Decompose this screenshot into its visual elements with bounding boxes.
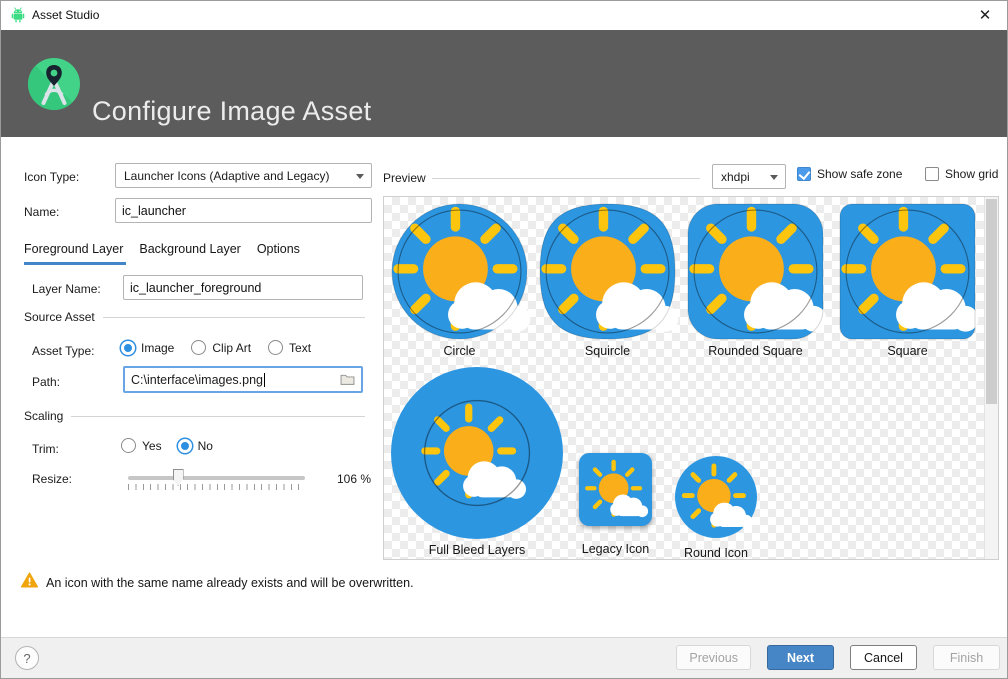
launcher-icon-legacy: [579, 453, 652, 526]
icon-type-value: Launcher Icons (Adaptive and Legacy): [124, 169, 329, 183]
path-value: C:\interface\images.png: [131, 373, 263, 387]
image-radio[interactable]: [121, 341, 135, 355]
source-asset-section-header: Source Asset: [24, 310, 365, 324]
tab-foreground-layer[interactable]: Foreground Layer: [24, 242, 123, 265]
help-button[interactable]: ?: [15, 646, 39, 670]
asset-type-radio-group: Image Clip Art Text: [121, 340, 311, 355]
layer-name-input[interactable]: [123, 275, 363, 300]
preview-item-label: Round Icon: [645, 546, 787, 560]
preview-item-round: Round Icon: [675, 456, 757, 538]
preview-item-square: Square: [840, 204, 975, 339]
show-safe-zone-option[interactable]: Show safe zone: [797, 167, 902, 181]
resize-value: 106 %: [337, 472, 371, 486]
layer-name-label: Layer Name:: [32, 282, 101, 296]
clip-art-radio[interactable]: [191, 340, 206, 355]
preview-item-circle: Circle: [392, 204, 527, 339]
layer-tabs: Foreground Layer Background Layer Option…: [24, 242, 300, 265]
warning-text: An icon with the same name already exist…: [46, 576, 414, 590]
android-icon: [10, 7, 26, 23]
radio-option-yes[interactable]: Yes: [121, 438, 162, 453]
text-radio[interactable]: [268, 340, 283, 355]
radio-option-image[interactable]: Image: [121, 341, 174, 355]
wizard-buttons: Previous Next Cancel Finish: [676, 645, 1000, 670]
resize-slider[interactable]: [128, 468, 305, 490]
name-label: Name:: [24, 205, 59, 219]
preview-item-rounded-square: Rounded Square: [688, 204, 823, 339]
android-studio-logo-icon: [28, 58, 80, 110]
warning-icon: [21, 572, 38, 588]
chevron-down-icon: [356, 174, 364, 179]
preview-label: Preview: [383, 171, 426, 185]
show-safe-zone-checkbox[interactable]: [797, 167, 811, 181]
previous-button[interactable]: Previous: [676, 645, 751, 670]
show-safe-zone-label: Show safe zone: [817, 167, 902, 181]
divider: [71, 416, 365, 417]
show-grid-label: Show grid: [945, 167, 998, 181]
name-input[interactable]: [115, 198, 372, 223]
resize-slider-ticks: [128, 484, 305, 490]
title-bar: Asset Studio ✕: [0, 0, 1008, 30]
chevron-down-icon: [770, 175, 778, 180]
image-radio-label: Image: [141, 341, 174, 355]
icon-type-dropdown[interactable]: Launcher Icons (Adaptive and Legacy): [115, 163, 372, 188]
launcher-icon-full-bleed: [391, 367, 563, 539]
radio-option-clip-art[interactable]: Clip Art: [191, 340, 251, 355]
trim-label: Trim:: [32, 442, 59, 456]
preview-item-legacy: Legacy Icon: [579, 453, 652, 526]
icon-type-label: Icon Type:: [24, 170, 79, 184]
trim-no-radio[interactable]: [178, 439, 192, 453]
show-grid-option[interactable]: Show grid: [925, 167, 998, 181]
resize-label: Resize:: [32, 472, 72, 486]
finish-button[interactable]: Finish: [933, 645, 1000, 670]
cancel-button[interactable]: Cancel: [850, 645, 917, 670]
radio-option-no[interactable]: No: [178, 439, 213, 453]
trim-radio-group: Yes No: [121, 438, 213, 453]
launcher-icon-circle: [392, 204, 527, 339]
trim-yes-label: Yes: [142, 439, 162, 453]
radio-option-text[interactable]: Text: [268, 340, 311, 355]
preview-item-squircle: Squircle: [540, 204, 675, 339]
next-button[interactable]: Next: [767, 645, 834, 670]
text-radio-label: Text: [289, 341, 311, 355]
density-value: xhdpi: [721, 170, 750, 184]
trim-yes-radio[interactable]: [121, 438, 136, 453]
trim-no-label: No: [198, 439, 213, 453]
scaling-section-header: Scaling: [24, 409, 365, 423]
preview-panel: Circle Squircle Rounded Square Square Fu…: [383, 196, 999, 560]
window-title: Asset Studio: [32, 8, 99, 22]
tab-background-layer[interactable]: Background Layer: [139, 242, 240, 265]
browse-folder-icon[interactable]: [340, 373, 355, 388]
launcher-icon-squircle: [540, 204, 675, 339]
show-grid-checkbox[interactable]: [925, 167, 939, 181]
source-asset-title: Source Asset: [24, 310, 95, 324]
path-label: Path:: [32, 375, 60, 389]
divider: [432, 178, 700, 179]
tab-options[interactable]: Options: [257, 242, 300, 265]
launcher-icon-rounded-square: [688, 204, 823, 339]
preview-item-label: Square: [810, 344, 1005, 358]
text-caret: [264, 373, 265, 387]
preview-item-full-bleed: Full Bleed Layers: [391, 367, 563, 539]
scaling-title: Scaling: [24, 409, 63, 423]
preview-scrollbar-thumb[interactable]: [986, 199, 997, 404]
preview-scrollbar[interactable]: [984, 197, 998, 559]
wizard-header: Configure Image Asset: [0, 30, 1008, 137]
resize-slider-track[interactable]: [128, 476, 305, 480]
divider: [103, 317, 365, 318]
path-input[interactable]: C:\interface\images.png: [123, 366, 363, 393]
clip-art-radio-label: Clip Art: [212, 341, 251, 355]
page-title: Configure Image Asset: [92, 96, 371, 127]
density-dropdown[interactable]: xhdpi: [712, 164, 786, 189]
close-icon[interactable]: ✕: [968, 3, 1002, 27]
launcher-icon-square: [840, 204, 975, 339]
launcher-icon-round: [675, 456, 757, 538]
asset-type-label: Asset Type:: [32, 344, 94, 358]
